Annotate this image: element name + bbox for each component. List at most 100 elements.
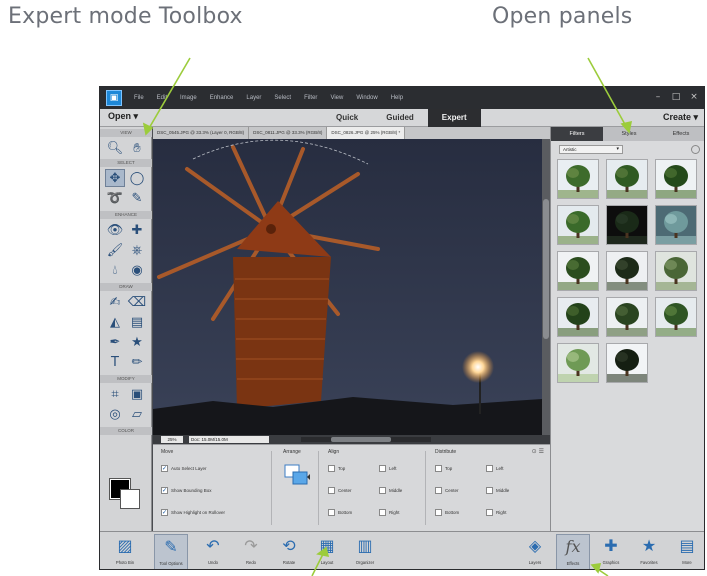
menu-edit[interactable]: Edit bbox=[157, 95, 167, 101]
filter-thumbnail[interactable] bbox=[655, 205, 697, 245]
red-eye-tool-icon[interactable]: 👁︎ bbox=[105, 221, 125, 239]
background-color-swatch[interactable] bbox=[120, 489, 140, 509]
filter-thumbnail[interactable] bbox=[557, 297, 599, 337]
menu-file[interactable]: File bbox=[134, 95, 144, 101]
content-aware-move-icon[interactable]: ◎ bbox=[105, 405, 125, 423]
menu-window[interactable]: Window bbox=[356, 95, 377, 101]
align-left[interactable]: Left bbox=[379, 465, 397, 472]
show-highlight-option[interactable]: ✓ Show Highlight on Rollover bbox=[161, 509, 225, 516]
gradient-tool-icon[interactable]: ▤ bbox=[127, 313, 147, 331]
tab-expert[interactable]: Expert bbox=[427, 109, 481, 127]
filter-thumbnail[interactable] bbox=[606, 205, 648, 245]
filter-thumbnail[interactable] bbox=[655, 159, 697, 199]
image-canvas[interactable] bbox=[153, 139, 542, 435]
photo-bin-button[interactable]: ▨ Photo Bin bbox=[108, 534, 142, 569]
move-tool-icon[interactable]: ✥ bbox=[105, 169, 125, 187]
graphics-button[interactable]: ✚ Graphics bbox=[594, 534, 628, 569]
ellipse-marquee-icon[interactable]: ◯ bbox=[127, 169, 147, 187]
doc-tab-1[interactable]: DSC_0545.JPG @ 33.3% (Layer 0, RGB/8) bbox=[153, 127, 250, 139]
doc-tab-2[interactable]: DSC_0811.JPG @ 33.3% (RGB/8) bbox=[249, 127, 328, 139]
tab-effects[interactable]: Effects bbox=[655, 127, 704, 141]
crop-tool-icon[interactable]: ⌗ bbox=[105, 385, 125, 403]
open-button[interactable]: Open ▾ bbox=[108, 111, 138, 122]
zoom-tool-icon[interactable]: 🔍︎ bbox=[105, 139, 125, 157]
filter-thumbnail[interactable] bbox=[606, 343, 648, 383]
rotate-button[interactable]: ⟲ Rotate bbox=[272, 534, 306, 569]
distribute-right[interactable]: Right bbox=[486, 509, 507, 516]
undo-button[interactable]: ↶ Undo bbox=[196, 534, 230, 569]
distribute-middle[interactable]: Middle bbox=[486, 487, 509, 494]
filter-category-dropdown[interactable]: Artistic ▾ bbox=[559, 145, 623, 154]
filter-thumbnail[interactable] bbox=[606, 297, 648, 337]
filter-thumbnail[interactable] bbox=[557, 205, 599, 245]
options-help-icon[interactable]: ⊙ ☰ bbox=[532, 448, 544, 455]
align-middle[interactable]: Middle bbox=[379, 487, 402, 494]
menu-image[interactable]: Image bbox=[180, 95, 197, 101]
panel-options-icon[interactable] bbox=[691, 145, 700, 154]
smart-brush-icon[interactable]: 🖌︎ bbox=[105, 241, 125, 259]
arrange-icon[interactable] bbox=[283, 463, 311, 487]
horizontal-scroll-thumb[interactable] bbox=[331, 437, 391, 442]
canvas-vertical-scrollbar[interactable] bbox=[542, 139, 550, 435]
menu-help[interactable]: Help bbox=[391, 95, 403, 101]
checkbox-checked[interactable]: ✓ bbox=[161, 509, 168, 516]
maximize-icon[interactable]: □ bbox=[670, 91, 682, 103]
checkbox-checked[interactable]: ✓ bbox=[161, 487, 168, 494]
distribute-center[interactable]: Center bbox=[435, 487, 459, 494]
menu-filter[interactable]: Filter bbox=[304, 95, 317, 101]
filter-thumbnail[interactable] bbox=[655, 251, 697, 291]
layers-button[interactable]: ◈ Layers bbox=[518, 534, 552, 569]
tab-guided[interactable]: Guided bbox=[372, 109, 428, 127]
menu-layer[interactable]: Layer bbox=[246, 95, 261, 101]
canvas-horizontal-scrollbar[interactable] bbox=[301, 437, 431, 442]
brush-tool-icon[interactable]: ✍︎ bbox=[105, 293, 125, 311]
align-top[interactable]: Top bbox=[328, 465, 345, 472]
align-bottom[interactable]: Bottom bbox=[328, 509, 352, 516]
close-icon[interactable]: × bbox=[688, 91, 700, 103]
distribute-bottom[interactable]: Bottom bbox=[435, 509, 459, 516]
clone-stamp-icon[interactable]: ⎈ bbox=[127, 241, 147, 259]
recompose-tool-icon[interactable]: ▣ bbox=[127, 385, 147, 403]
distribute-top[interactable]: Top bbox=[435, 465, 452, 472]
filter-thumbnail[interactable] bbox=[557, 159, 599, 199]
tool-options-button[interactable]: ✎ Tool Options bbox=[154, 534, 188, 569]
type-tool-icon[interactable]: T bbox=[105, 353, 125, 371]
favorites-button[interactable]: ★ Favorites bbox=[632, 534, 666, 569]
align-center[interactable]: Center bbox=[328, 487, 352, 494]
blur-tool-icon[interactable]: 💧︎ bbox=[105, 261, 125, 279]
straighten-tool-icon[interactable]: ⏥ bbox=[127, 405, 147, 423]
filter-thumbnail[interactable] bbox=[606, 251, 648, 291]
distribute-left[interactable]: Left bbox=[486, 465, 504, 472]
tab-styles[interactable]: Styles bbox=[603, 127, 655, 141]
lasso-tool-icon[interactable]: ➰ bbox=[105, 189, 125, 207]
layout-button[interactable]: ▦ Layout bbox=[310, 534, 344, 569]
menu-enhance[interactable]: Enhance bbox=[210, 95, 234, 101]
redo-button[interactable]: ↷ Redo bbox=[234, 534, 268, 569]
tab-quick[interactable]: Quick bbox=[322, 109, 372, 127]
hand-tool-icon[interactable]: ✋︎ bbox=[127, 139, 147, 157]
vertical-scroll-thumb[interactable] bbox=[543, 199, 549, 339]
zoom-level-field[interactable]: 25% bbox=[161, 436, 183, 443]
minimize-icon[interactable]: – bbox=[652, 91, 664, 103]
paint-bucket-icon[interactable]: ◭ bbox=[105, 313, 125, 331]
align-right[interactable]: Right bbox=[379, 509, 400, 516]
show-bounding-box-option[interactable]: ✓ Show Bounding Box bbox=[161, 487, 212, 494]
eraser-tool-icon[interactable]: ⌫ bbox=[127, 293, 147, 311]
menu-view[interactable]: View bbox=[330, 95, 343, 101]
menu-select[interactable]: Select bbox=[274, 95, 291, 101]
pencil-tool-icon[interactable]: ✏︎ bbox=[127, 353, 147, 371]
spot-healing-icon[interactable]: ✚ bbox=[127, 221, 147, 239]
custom-shape-icon[interactable]: ★ bbox=[127, 333, 147, 351]
organizer-button[interactable]: ▥ Organizer bbox=[348, 534, 382, 569]
filter-thumbnail[interactable] bbox=[557, 343, 599, 383]
effects-button[interactable]: fx Effects bbox=[556, 534, 590, 569]
tab-filters[interactable]: Filters bbox=[551, 127, 603, 141]
filter-thumbnail[interactable] bbox=[557, 251, 599, 291]
more-button[interactable]: ▤ More bbox=[670, 534, 704, 569]
checkbox-checked[interactable]: ✓ bbox=[161, 465, 168, 472]
sponge-tool-icon[interactable]: ◉ bbox=[127, 261, 147, 279]
eyedropper-icon[interactable]: ✒︎ bbox=[105, 333, 125, 351]
doc-tab-3[interactable]: DSC_0826.JPG @ 25% (RGB/8) * bbox=[327, 127, 406, 139]
auto-select-layer-option[interactable]: ✓ Auto Select Layer bbox=[161, 465, 207, 472]
filter-thumbnail[interactable] bbox=[655, 297, 697, 337]
